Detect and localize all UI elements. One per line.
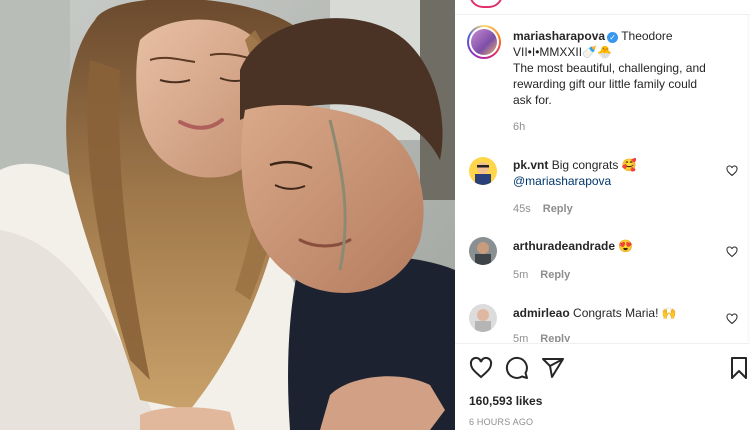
heart-icon[interactable] <box>726 246 738 258</box>
caption-body: The most beautiful, challenging, and rew… <box>513 61 706 107</box>
comment-text: 😍 <box>618 239 634 253</box>
share-icon[interactable] <box>541 356 565 380</box>
commenter-username[interactable]: admirleao <box>513 306 570 320</box>
comment-item: pk.vnt Big congrats 🥰 @mariasharapova 45… <box>455 155 750 225</box>
comment-item: admirleao Congrats Maria! 🙌 5m Reply <box>455 303 750 342</box>
header-strip <box>455 0 750 15</box>
comments-scroll-area[interactable]: mariasharapova ✓ Theodore VII•I•MMXXII🍼🐣 … <box>455 15 750 342</box>
comment-age: 5m <box>513 333 529 342</box>
comment-item: arthuradeandrade 😍 5m Reply <box>455 236 750 296</box>
comment-age: 45s <box>513 203 531 215</box>
heart-icon[interactable] <box>726 165 738 177</box>
header-avatar-ring[interactable] <box>469 0 503 8</box>
post-footer: 160,593 likes 6 HOURS AGO <box>455 343 750 431</box>
caption-title: Theodore <box>621 29 673 43</box>
comment-mention-link[interactable]: @mariasharapova <box>513 174 611 188</box>
author-avatar[interactable] <box>467 25 501 59</box>
post-photo[interactable] <box>0 0 455 430</box>
post-side-panel: mariasharapova ✓ Theodore VII•I•MMXXII🍼🐣 … <box>455 0 750 431</box>
likes-count[interactable]: 160,593 likes <box>469 394 542 408</box>
comment-text: Big congrats 🥰 <box>551 158 637 172</box>
post-timestamp: 6 HOURS AGO <box>469 417 534 427</box>
caption-emojis: 🍼🐣 <box>582 45 612 59</box>
caption-row: mariasharapova ✓ Theodore VII•I•MMXXII🍼🐣 … <box>455 15 750 135</box>
commenter-username[interactable]: pk.vnt <box>513 158 548 172</box>
caption-line2: VII•I•MMXXII <box>513 45 583 59</box>
commenter-avatar[interactable] <box>469 157 497 185</box>
commenter-username[interactable]: arthuradeandrade <box>513 239 615 253</box>
verified-badge-icon: ✓ <box>607 32 619 43</box>
caption-age: 6h <box>513 121 526 133</box>
heart-icon[interactable] <box>726 313 738 325</box>
comment-age: 5m <box>513 269 529 281</box>
comment-icon[interactable] <box>505 356 529 380</box>
comment-text: Congrats Maria! 🙌 <box>573 306 677 320</box>
reply-button[interactable]: Reply <box>540 269 570 281</box>
author-username[interactable]: mariasharapova <box>513 29 605 43</box>
commenter-avatar[interactable] <box>469 304 497 332</box>
commenter-avatar[interactable] <box>469 237 497 265</box>
reply-button[interactable]: Reply <box>540 333 570 342</box>
heart-icon[interactable] <box>469 356 493 380</box>
bookmark-icon[interactable] <box>727 356 750 380</box>
reply-button[interactable]: Reply <box>543 203 573 215</box>
